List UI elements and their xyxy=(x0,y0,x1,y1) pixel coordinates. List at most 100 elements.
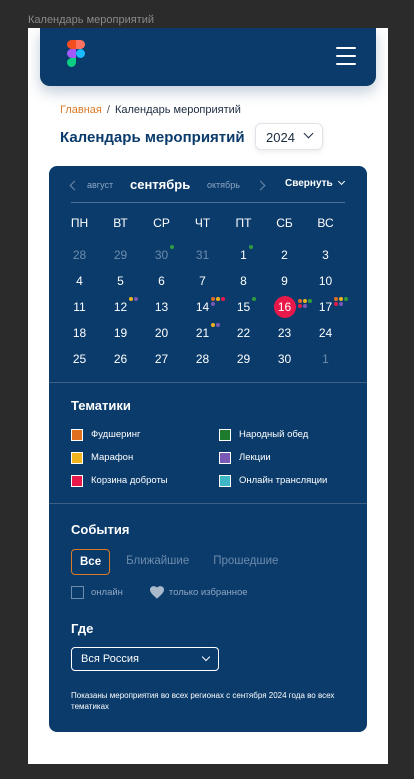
day-number-text: 22 xyxy=(236,326,251,340)
day-cell[interactable]: 1 xyxy=(223,242,264,268)
day-number: 20 xyxy=(155,320,168,346)
weekday-label: ВС xyxy=(317,216,334,230)
day-cell[interactable]: 13 xyxy=(141,294,182,320)
region-value: Вся Россия xyxy=(81,653,139,665)
day-number: 13 xyxy=(155,294,168,320)
day-cell[interactable]: 25 xyxy=(59,346,100,372)
filter-summary-note: Показаны мероприятия во всех регионах с … xyxy=(71,691,335,711)
theme-filter-item[interactable]: Онлайн трансляции xyxy=(219,469,361,492)
day-cell[interactable]: 3 xyxy=(305,242,346,268)
event-dots xyxy=(248,245,263,249)
weekday-label: СБ xyxy=(276,216,293,230)
chevron-down-icon xyxy=(201,652,211,662)
event-dot xyxy=(297,299,302,303)
day-number-text: 28 xyxy=(195,352,210,366)
day-cell[interactable]: 21 xyxy=(182,320,223,346)
theme-filter-item[interactable]: Лекции xyxy=(219,446,361,469)
theme-filter-item[interactable]: Фудшеринг xyxy=(71,423,219,446)
event-dot xyxy=(339,302,344,306)
day-cell-selected[interactable]: 16 xyxy=(264,294,312,320)
day-number: 26 xyxy=(114,346,127,372)
day-number-text: 24 xyxy=(318,326,333,340)
day-cell[interactable]: 17 xyxy=(305,294,349,320)
day-number-text: 20 xyxy=(154,326,169,340)
day-cell[interactable]: 30 xyxy=(141,242,182,268)
day-number-text: 10 xyxy=(318,274,333,288)
day-number: 25 xyxy=(73,346,86,372)
heart-icon[interactable] xyxy=(149,586,164,599)
day-cell[interactable]: 14 xyxy=(182,294,226,320)
weekday-label: ЧТ xyxy=(194,216,211,230)
day-cell[interactable]: 28 xyxy=(59,242,100,268)
theme-color-swatch xyxy=(71,474,83,487)
chevron-right-icon[interactable] xyxy=(255,180,266,191)
day-number: 31 xyxy=(196,242,209,268)
day-cell[interactable]: 24 xyxy=(305,320,346,346)
day-number-text: 21 xyxy=(195,326,210,340)
event-dot xyxy=(211,302,216,306)
day-number: 1 xyxy=(322,346,329,372)
day-cell[interactable]: 29 xyxy=(223,346,264,372)
day-cell[interactable]: 8 xyxy=(223,268,264,294)
day-cell[interactable]: 27 xyxy=(141,346,182,372)
day-cell[interactable]: 10 xyxy=(305,268,346,294)
day-number: 5 xyxy=(117,268,124,294)
prev-month-link[interactable]: август xyxy=(87,180,113,190)
day-cell[interactable]: 29 xyxy=(100,242,141,268)
event-dot xyxy=(129,297,134,301)
day-cell[interactable]: 6 xyxy=(141,268,182,294)
chevron-down-icon xyxy=(337,177,345,186)
day-number-text: 29 xyxy=(236,352,251,366)
year-select[interactable]: 2024 xyxy=(255,123,323,150)
day-cell[interactable]: 1 xyxy=(305,346,346,372)
collapse-button[interactable]: Свернуть xyxy=(285,177,345,189)
weekday-label: ПТ xyxy=(235,216,252,230)
chevron-left-icon[interactable] xyxy=(69,180,80,191)
theme-filter-item[interactable]: Марафон xyxy=(71,446,219,469)
day-cell[interactable]: 30 xyxy=(264,346,305,372)
event-dot xyxy=(297,304,302,308)
day-cell[interactable]: 20 xyxy=(141,320,182,346)
event-dot xyxy=(216,297,221,301)
day-number-text: 31 xyxy=(195,248,210,262)
day-number-text: 2 xyxy=(281,248,288,262)
day-cell[interactable]: 15 xyxy=(223,294,264,320)
day-number: 19 xyxy=(114,320,127,346)
day-cell[interactable]: 18 xyxy=(59,320,100,346)
theme-filter-item[interactable]: Народный обед xyxy=(219,423,361,446)
divider xyxy=(49,503,367,504)
header xyxy=(40,28,376,86)
day-cell[interactable]: 7 xyxy=(182,268,223,294)
event-options: онлайн только избранное xyxy=(71,586,248,599)
breadcrumb-separator: / xyxy=(106,104,110,116)
day-cell[interactable]: 12 xyxy=(100,294,141,320)
day-cell[interactable]: 28 xyxy=(182,346,223,372)
day-cell[interactable]: 9 xyxy=(264,268,305,294)
menu-icon[interactable] xyxy=(336,47,356,67)
breadcrumb-home-link[interactable]: Главная xyxy=(60,104,102,116)
day-cell[interactable]: 2 xyxy=(264,242,305,268)
day-number: 27 xyxy=(155,346,168,372)
next-month-link[interactable]: октябрь xyxy=(207,180,240,190)
day-cell[interactable]: 26 xyxy=(100,346,141,372)
theme-filter-item[interactable]: Корзина доброты xyxy=(71,469,219,492)
day-cell[interactable]: 31 xyxy=(182,242,223,268)
day-cell[interactable]: 23 xyxy=(264,320,305,346)
divider xyxy=(49,382,367,383)
day-cell[interactable]: 22 xyxy=(223,320,264,346)
logo-icon xyxy=(67,40,85,67)
day-number: 14 xyxy=(195,294,226,320)
day-cell[interactable]: 4 xyxy=(59,268,100,294)
filter-tab[interactable]: Ближайшие xyxy=(118,549,197,575)
day-number-text: 14 xyxy=(195,300,210,314)
region-select[interactable]: Вся Россия xyxy=(71,647,219,671)
day-cell[interactable]: 5 xyxy=(100,268,141,294)
filter-tab[interactable]: Прошедшие xyxy=(205,549,286,575)
day-number: 12 xyxy=(114,294,139,320)
online-checkbox[interactable] xyxy=(71,586,84,599)
filter-tab[interactable]: Все xyxy=(71,549,111,575)
breadcrumb-current: Календарь мероприятий xyxy=(114,104,241,116)
day-cell[interactable]: 11 xyxy=(59,294,100,320)
day-cell[interactable]: 19 xyxy=(100,320,141,346)
day-number: 21 xyxy=(195,320,221,346)
